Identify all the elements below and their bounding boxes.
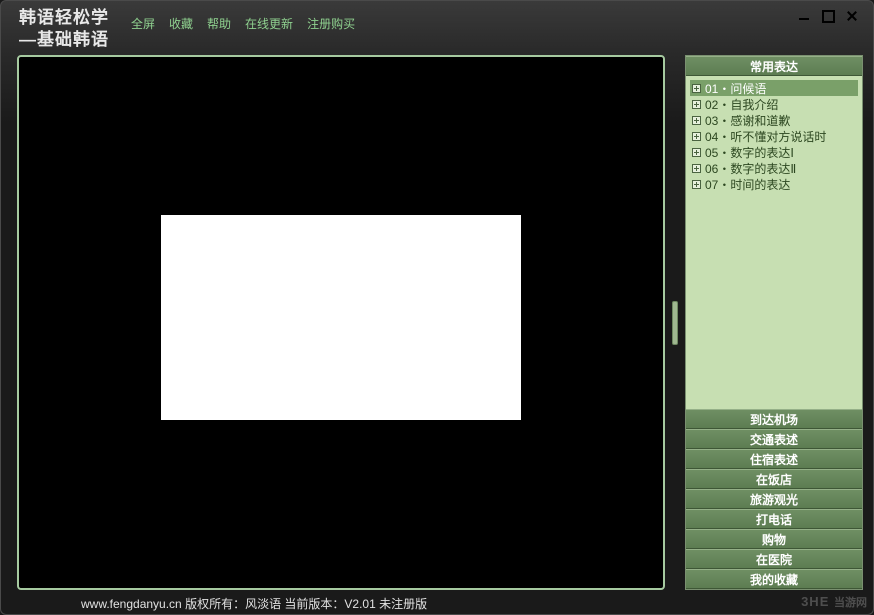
menu-help[interactable]: 帮助 xyxy=(207,15,231,32)
content-viewport xyxy=(17,55,665,590)
close-button[interactable] xyxy=(845,9,859,23)
maximize-button[interactable] xyxy=(821,9,835,23)
window-controls xyxy=(797,9,859,23)
sidebar-header-common[interactable]: 常用表达 xyxy=(686,56,862,76)
lesson-label: 01・问候语 xyxy=(705,80,766,97)
titlebar: 韩语轻松学 —基础韩语 全屏 收藏 帮助 在线更新 注册购买 xyxy=(1,1,873,51)
category-tourism[interactable]: 旅游观光 xyxy=(686,489,862,509)
app-title: 韩语轻松学 —基础韩语 xyxy=(19,7,109,51)
lesson-label: 03・感谢和道歉 xyxy=(705,112,790,129)
status-text: www.fengdanyu.cn 版权所有：风淡语 当前版本：V2.01 未注册… xyxy=(81,595,427,612)
client-area: 常用表达 01・问候语 02・自我介绍 03・感谢和道歉 04・听不懂对方说话时 xyxy=(1,51,873,594)
lesson-label: 06・数字的表达Ⅱ xyxy=(705,160,796,177)
statusbar: www.fengdanyu.cn 版权所有：风淡语 当前版本：V2.01 未注册… xyxy=(1,594,873,614)
expand-icon xyxy=(692,84,701,93)
expand-icon xyxy=(692,164,701,173)
sidebar-toggle[interactable] xyxy=(671,55,679,590)
menu-update[interactable]: 在线更新 xyxy=(245,15,293,32)
category-restaurant[interactable]: 在饭店 xyxy=(686,469,862,489)
app-title-line1: 韩语轻松学 xyxy=(19,7,109,29)
lesson-label: 02・自我介绍 xyxy=(705,96,778,113)
main-menu: 全屏 收藏 帮助 在线更新 注册购买 xyxy=(131,15,355,32)
sidebar: 常用表达 01・问候语 02・自我介绍 03・感谢和道歉 04・听不懂对方说话时 xyxy=(685,55,863,590)
minimize-button[interactable] xyxy=(797,9,811,23)
lesson-label: 05・数字的表达Ⅰ xyxy=(705,144,794,161)
menu-favorites[interactable]: 收藏 xyxy=(169,15,193,32)
lesson-item[interactable]: 03・感谢和道歉 xyxy=(690,112,858,128)
menu-register[interactable]: 注册购买 xyxy=(307,15,355,32)
category-lodging[interactable]: 住宿表述 xyxy=(686,449,862,469)
app-title-line2: —基础韩语 xyxy=(19,29,109,51)
lesson-item[interactable]: 06・数字的表达Ⅱ xyxy=(690,160,858,176)
category-transport[interactable]: 交通表述 xyxy=(686,429,862,449)
category-hospital[interactable]: 在医院 xyxy=(686,549,862,569)
lesson-item[interactable]: 04・听不懂对方说话时 xyxy=(690,128,858,144)
expand-icon xyxy=(692,180,701,189)
lesson-item[interactable]: 02・自我介绍 xyxy=(690,96,858,112)
expand-icon xyxy=(692,100,701,109)
category-favorites[interactable]: 我的收藏 xyxy=(686,569,862,589)
lesson-item[interactable]: 05・数字的表达Ⅰ xyxy=(690,144,858,160)
expand-icon xyxy=(692,116,701,125)
content-placeholder xyxy=(161,215,521,420)
menu-fullscreen[interactable]: 全屏 xyxy=(131,15,155,32)
lesson-label: 04・听不懂对方说话时 xyxy=(705,128,826,145)
sidebar-toggle-grip-icon xyxy=(672,301,678,345)
lesson-label: 07・时间的表达 xyxy=(705,176,790,193)
category-airport[interactable]: 到达机场 xyxy=(686,409,862,429)
lesson-item[interactable]: 01・问候语 xyxy=(690,80,858,96)
category-shopping[interactable]: 购物 xyxy=(686,529,862,549)
app-window: 韩语轻松学 —基础韩语 全屏 收藏 帮助 在线更新 注册购买 常用表达 xyxy=(0,0,874,615)
lesson-item[interactable]: 07・时间的表达 xyxy=(690,176,858,192)
category-phone[interactable]: 打电话 xyxy=(686,509,862,529)
lesson-tree: 01・问候语 02・自我介绍 03・感谢和道歉 04・听不懂对方说话时 05・数… xyxy=(686,76,862,409)
expand-icon xyxy=(692,132,701,141)
expand-icon xyxy=(692,148,701,157)
